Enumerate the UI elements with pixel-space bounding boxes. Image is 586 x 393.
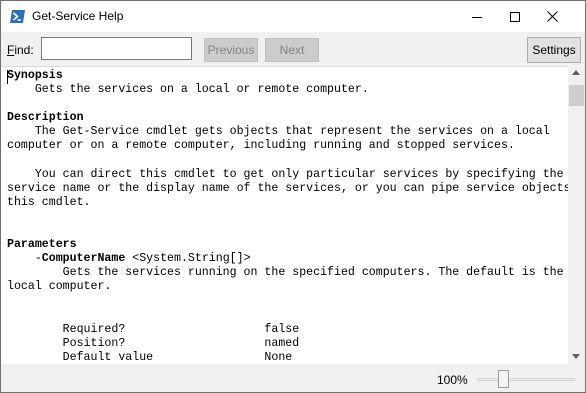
parameters-heading: Parameters bbox=[7, 238, 77, 252]
scroll-up-arrow-icon[interactable] bbox=[572, 70, 580, 75]
next-button[interactable]: Next bbox=[265, 38, 319, 62]
window-title: Get-Service Help bbox=[32, 9, 124, 23]
find-label-rest: ind: bbox=[14, 43, 34, 57]
scroll-thumb[interactable] bbox=[569, 85, 584, 106]
help-text: Synopsis Gets the services on a local or… bbox=[7, 69, 568, 365]
zoom-slider-track[interactable] bbox=[477, 378, 575, 381]
param-description: Gets the services running on the specifi… bbox=[7, 266, 564, 294]
find-toolbar: Find: Previous Next Settings bbox=[1, 32, 585, 66]
help-content[interactable]: Synopsis Gets the services on a local or… bbox=[1, 66, 568, 365]
powershell-icon bbox=[10, 10, 25, 23]
synopsis-heading: Synopsis bbox=[7, 69, 63, 82]
settings-button[interactable]: Settings bbox=[527, 37, 581, 63]
status-bar: 100% bbox=[1, 364, 585, 392]
zoom-level: 100% bbox=[437, 373, 468, 387]
maximize-icon bbox=[510, 11, 520, 22]
find-label: Find: bbox=[7, 43, 34, 57]
scroll-down-arrow-icon[interactable] bbox=[572, 354, 580, 359]
description-heading: Description bbox=[7, 111, 84, 125]
description-paragraph-1: The Get-Service cmdlet gets objects that… bbox=[7, 125, 550, 153]
param-indent: - bbox=[7, 252, 42, 266]
description-paragraph-2: You can direct this cmdlet to get only p… bbox=[7, 167, 568, 209]
minimize-icon bbox=[472, 16, 482, 18]
close-icon bbox=[546, 11, 558, 22]
vertical-scrollbar[interactable] bbox=[568, 66, 585, 364]
param-name: ComputerName bbox=[41, 252, 126, 266]
find-input[interactable] bbox=[41, 37, 192, 60]
previous-button[interactable]: Previous bbox=[204, 38, 258, 62]
param-properties: Required? false Position? named Default … bbox=[62, 322, 300, 364]
title-bar[interactable]: Get-Service Help bbox=[1, 1, 585, 32]
synopsis-text: Gets the services on a local or remote c… bbox=[7, 83, 369, 97]
maximize-button[interactable] bbox=[498, 1, 532, 32]
minimize-button[interactable] bbox=[460, 1, 494, 32]
help-window: Get-Service Help Find: Previous Next Set… bbox=[0, 0, 586, 393]
close-button[interactable] bbox=[535, 1, 569, 32]
param-type: <System.String[]> bbox=[125, 252, 251, 266]
zoom-slider-thumb[interactable] bbox=[498, 370, 509, 388]
